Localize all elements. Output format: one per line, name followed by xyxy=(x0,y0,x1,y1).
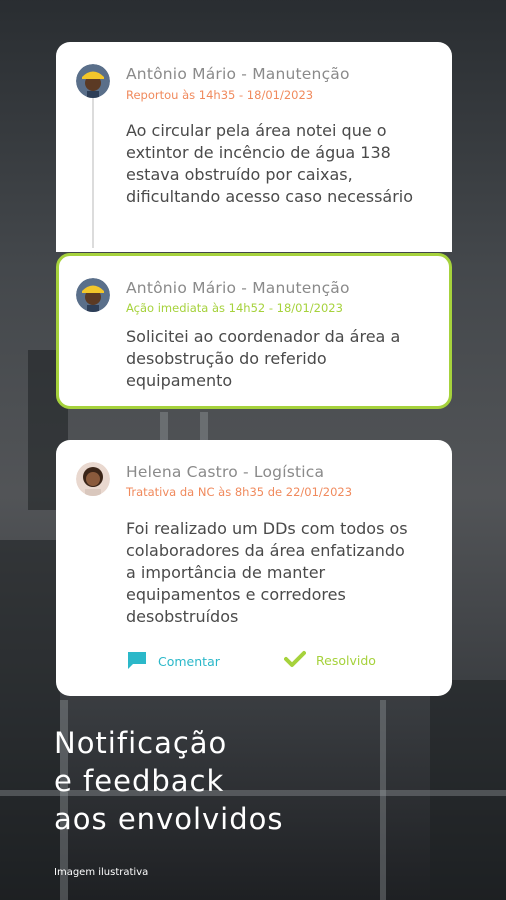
author-name: Antônio Mário - Manutenção xyxy=(126,65,350,83)
author-name: Helena Castro - Logística xyxy=(126,463,325,481)
comment-button[interactable]: Comentar xyxy=(126,650,220,673)
bg-pipe-3 xyxy=(380,700,386,900)
treatment-text: Foi realizado um DDs com todos os colabo… xyxy=(126,519,408,626)
bg-pipe-5 xyxy=(200,412,208,442)
bg-structure-left xyxy=(0,540,60,900)
headline-line-2: e feedback xyxy=(54,764,225,798)
resolved-button[interactable]: Resolvido xyxy=(284,650,376,671)
comment-label: Comentar xyxy=(158,654,220,669)
treatment-timestamp: Tratativa da NC às 8h35 de 22/01/2023 xyxy=(126,485,353,499)
timeline-line xyxy=(92,98,94,248)
illustrative-image-caption: Imagem ilustrativa xyxy=(54,867,149,878)
action-timestamp: Ação imediata às 14h52 - 18/01/2023 xyxy=(126,301,343,315)
chat-icon xyxy=(126,650,148,673)
woman-avatar xyxy=(76,462,110,496)
author-name: Antônio Mário - Manutenção xyxy=(126,279,350,297)
headline-line-3: aos envolvidos xyxy=(54,802,284,836)
action-text: Solicitei ao coordenador da área a desob… xyxy=(126,327,401,390)
resolved-label: Resolvido xyxy=(316,653,376,668)
headline-line-1: Notificação xyxy=(54,726,228,760)
report-text: Ao circular pela área notei que o extint… xyxy=(126,121,414,206)
check-icon xyxy=(284,650,306,671)
bg-pipe-4 xyxy=(160,412,168,442)
worker-avatar xyxy=(76,64,110,98)
headline: Notificação e feedback aos envolvidos xyxy=(54,724,284,838)
report-timestamp: Reportou às 14h35 - 18/01/2023 xyxy=(126,88,314,102)
worker-avatar xyxy=(76,278,110,312)
